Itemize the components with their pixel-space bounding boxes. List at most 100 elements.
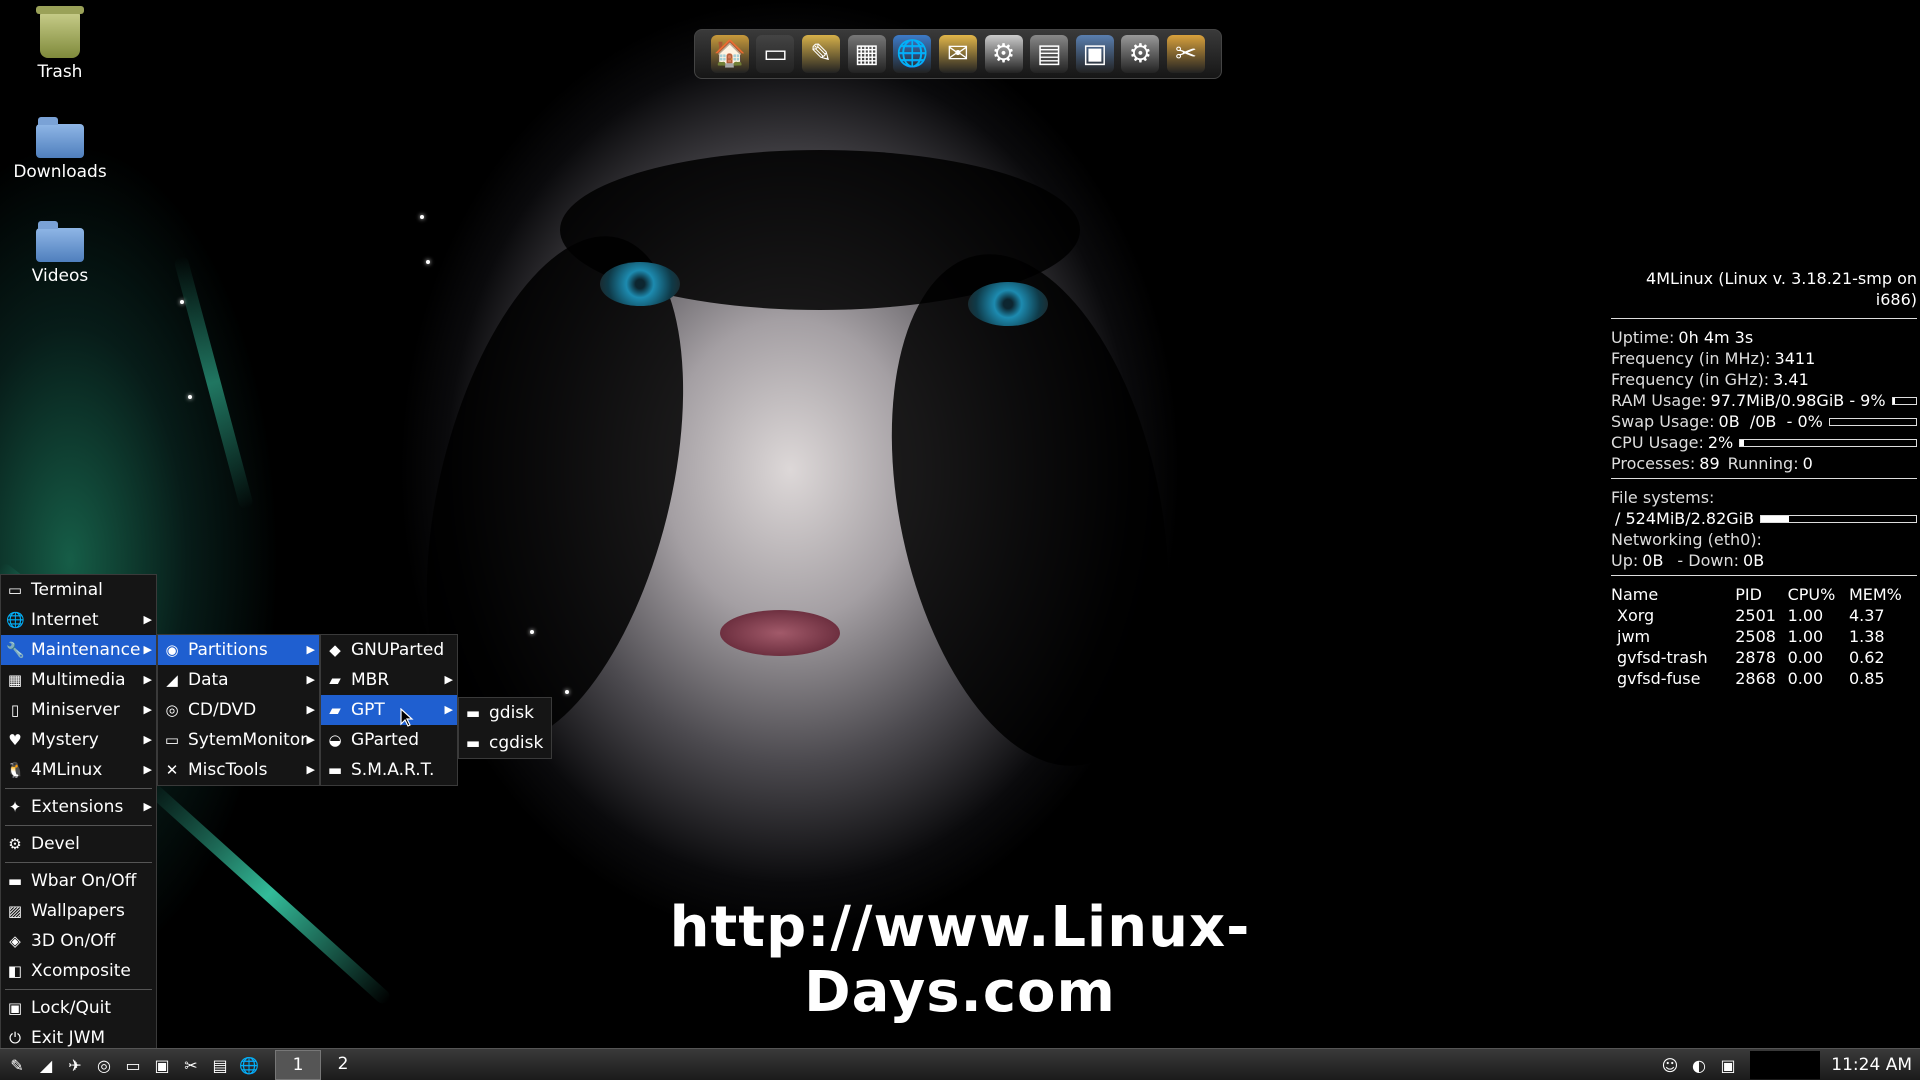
network-icon[interactable]: ✈ <box>63 1053 87 1077</box>
menu-separator <box>5 989 152 990</box>
menu-item-label: Wallpapers <box>31 901 125 921</box>
tools-icon[interactable]: ✂ <box>179 1053 203 1077</box>
menu-multimedia[interactable]: ▦ Multimedia ▶ <box>1 665 156 695</box>
divider <box>1611 575 1917 576</box>
menu-item-label: 3D On/Off <box>31 931 116 951</box>
workspace-2[interactable]: 2 <box>321 1050 365 1078</box>
menu-mystery[interactable]: ♥ Mystery ▶ <box>1 725 156 755</box>
desktop-background: http://www.Linux-Days.com Trash Download… <box>0 0 1920 1080</box>
divider <box>1611 478 1917 479</box>
menu-data[interactable]: ◢ Data ▶ <box>158 665 319 695</box>
table-row: gvfsd-fuse 2868 0.00 0.85 <box>1611 668 1917 689</box>
menu-wallpapers[interactable]: ▨ Wallpapers <box>1 896 156 926</box>
folder-icon <box>36 221 84 262</box>
dock-video-player-launcher[interactable]: ⚙ <box>984 35 1023 73</box>
menu-miniserver[interactable]: ▯ Miniserver ▶ <box>1 695 156 725</box>
menu-mbr[interactable]: ▰ MBR ▶ <box>321 665 457 695</box>
wallpaper-lips <box>720 610 840 656</box>
menu-xcomposite[interactable]: ◧ Xcomposite <box>1 956 156 986</box>
menu-internet[interactable]: 🌐 Internet ▶ <box>1 605 156 635</box>
drive-icon[interactable]: ◢ <box>34 1053 58 1077</box>
clock[interactable]: 11:24 AM <box>1831 1049 1912 1080</box>
media-icon[interactable]: ◎ <box>92 1053 116 1077</box>
menu-separator <box>5 862 152 863</box>
menu-partitions[interactable]: ◉ Partitions ▶ <box>158 635 319 665</box>
column-header: Name <box>1611 585 1659 604</box>
menu-item-label: CD/DVD <box>188 700 257 720</box>
uptime-row: Uptime: 0h 4m 3s <box>1611 328 1754 347</box>
dock-settings-launcher[interactable]: ⚙ <box>1121 35 1160 73</box>
menu-item-label: Lock/Quit <box>31 998 112 1018</box>
terminal-icon: ▭ <box>763 39 788 69</box>
table-cell: 2878 <box>1735 648 1776 667</box>
system-tray: ☺ ◐ ▣ <box>1653 1053 1740 1077</box>
mouse-cursor <box>400 708 414 727</box>
wallpaper-stripe <box>145 781 393 1007</box>
monitor-icon: ▭ <box>164 731 180 749</box>
menu-gnuparted[interactable]: ◆ GNUParted <box>321 635 457 665</box>
menu-cddvd[interactable]: ◎ CD/DVD ▶ <box>158 695 319 725</box>
bar-icon: ▬ <box>7 872 23 890</box>
process-table: Name PID CPU% MEM% Xorg 2501 1.00 4.37 jwm 2508 1.… <box>1611 584 1917 689</box>
menu-3d[interactable]: ◈ 3D On/Off <box>1 926 156 956</box>
terminal-icon: ▭ <box>7 581 23 599</box>
menu-wbar[interactable]: ▬ Wbar On/Off <box>1 866 156 896</box>
desktop-icon-downloads[interactable]: Downloads <box>8 112 112 182</box>
dock-terminal-launcher[interactable]: ▭ <box>756 35 795 73</box>
fs-root-row: / 524MiB/2.82GiB <box>1611 508 1917 529</box>
menu-cgdisk[interactable]: ▬ cgdisk <box>459 728 551 758</box>
menu-extensions[interactable]: ✦ Extensions ▶ <box>1 792 156 822</box>
menu-lockquit[interactable]: ▣ Lock/Quit <box>1 993 156 1023</box>
menu-gpt[interactable]: ▰ GPT ▶ <box>321 695 457 725</box>
wallpaper-sparkle <box>180 300 184 304</box>
menu-sytemmonitor[interactable]: ▭ SytemMonitor ▶ <box>158 725 319 755</box>
screen-icon[interactable]: ▭ <box>121 1053 145 1077</box>
table-cell: gvfsd-trash <box>1617 648 1708 667</box>
menu-terminal[interactable]: ▭ Terminal <box>1 575 156 605</box>
dock-home-launcher[interactable]: 🏠 <box>710 35 749 73</box>
menu-smart[interactable]: ▬ S.M.A.R.T. <box>321 755 457 785</box>
dock-text-editor-launcher[interactable]: ✎ <box>802 35 841 73</box>
video-player-icon: ⚙ <box>991 39 1016 69</box>
tools-icon: ✂ <box>1175 39 1197 69</box>
menu-gdisk[interactable]: ▬ gdisk <box>459 698 551 728</box>
penguin-icon: 🐧 <box>6 761 25 779</box>
menu-item-label: Mystery <box>31 730 99 750</box>
menu-devel[interactable]: ⚙ Devel <box>1 829 156 859</box>
dock-file-manager-launcher[interactable]: ▣ <box>1075 35 1114 73</box>
folder-icon: ▰ <box>329 701 341 719</box>
swap-bar <box>1828 417 1917 426</box>
home-icon: 🏠 <box>713 39 746 69</box>
menu-item-label: Exit JWM <box>31 1028 106 1048</box>
menu-gparted[interactable]: ◒ GParted <box>321 725 457 755</box>
desktop-icon-videos[interactable]: Videos <box>8 216 112 286</box>
workspace-switcher: 12 <box>275 1050 365 1080</box>
start-menu-icon[interactable]: ✎ <box>5 1053 29 1077</box>
network-tray-icon[interactable]: ▣ <box>1716 1053 1740 1077</box>
cards-icon: ♥ <box>8 731 22 749</box>
desktop-icon-trash[interactable]: Trash <box>8 6 112 82</box>
harddisk-icon: ▬ <box>465 704 481 722</box>
user-icon[interactable]: ☺ <box>1658 1053 1682 1077</box>
lock-icon: ▣ <box>7 999 23 1017</box>
dock-calculator-launcher[interactable]: ▦ <box>847 35 886 73</box>
volume-icon[interactable]: ◐ <box>1687 1053 1711 1077</box>
table-row: gvfsd-trash 2878 0.00 0.62 <box>1611 647 1917 668</box>
table-cell: 2501 <box>1735 606 1776 625</box>
dock-printer-launcher[interactable]: ▤ <box>1030 35 1069 73</box>
menu-misctools[interactable]: ✕ MiscTools ▶ <box>158 755 319 785</box>
browser-icon[interactable]: 🌐 <box>237 1053 261 1077</box>
dock-mail-launcher[interactable]: ✉ <box>938 35 977 73</box>
menu-item-label: Data <box>188 670 229 690</box>
dock-browser-launcher[interactable]: 🌐 <box>893 35 932 73</box>
keyboard-icon[interactable]: ▤ <box>208 1053 232 1077</box>
dock-tools-launcher[interactable]: ✂ <box>1167 35 1206 73</box>
files-icon[interactable]: ▣ <box>150 1053 174 1077</box>
submenu-arrow-icon: ▶ <box>143 800 152 813</box>
menu-item-label: SytemMonitor <box>188 730 308 750</box>
menu-4mlinux[interactable]: 🐧 4MLinux ▶ <box>1 755 156 785</box>
workspace-1[interactable]: 1 <box>275 1050 321 1080</box>
system-header: 4MLinux (Linux v. 3.18.21-smp on i686) <box>1646 269 1917 309</box>
menu-maintenance[interactable]: 🔧 Maintenance ▶ <box>1 635 156 665</box>
menu-item-label: Terminal <box>31 580 103 600</box>
